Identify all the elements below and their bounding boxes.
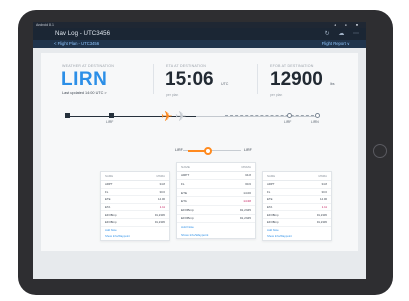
add-note-link[interactable]: Add Note (177, 223, 255, 231)
row-key: ETE (181, 190, 188, 195)
row-value: 91,2345 (154, 220, 165, 225)
eta-unit: UTC (221, 82, 229, 86)
row-key: ETA (267, 205, 273, 210)
row-value: 91,2345 (239, 216, 251, 221)
row-key: ARPT (181, 173, 190, 178)
waypoint-label: LIRN (311, 120, 319, 124)
weather-label: WEATHER AT DESTINATION (62, 64, 115, 68)
efob-value: 12900 (270, 69, 323, 90)
row-key: EFOBmp (267, 220, 279, 225)
row-value: 30.6 (159, 189, 165, 194)
row-value: 34.8 (321, 182, 327, 187)
row-value: 14.00 (320, 197, 327, 202)
waypoint-card-next[interactable]: NAME MNMA ARPT 34.8 FL 30.6 ETE 14.00 ETA 1.1… (262, 171, 332, 241)
row-value: 91,2345 (316, 212, 327, 217)
slider-left-label: LIRF (175, 148, 183, 152)
show-info-link[interactable]: Show Info/Waypoint (101, 233, 169, 240)
col-header: MNMA (156, 174, 165, 178)
row-value: 1.11 (321, 205, 327, 210)
waypoint-label: LIRF (106, 120, 114, 124)
last-updated-link[interactable]: Last updated 14:00 UTC > (62, 91, 107, 95)
destination-node[interactable] (315, 113, 320, 118)
row-key: EFOBmp (105, 212, 117, 217)
home-button[interactable] (373, 144, 387, 158)
row-value: 34.8 (159, 182, 165, 187)
row-key: EFOBmp (105, 220, 117, 225)
row-key: EFOBmp (181, 207, 194, 212)
add-note-link[interactable]: Add Note (101, 227, 169, 234)
waypoint-label: LIRF (284, 120, 292, 124)
refresh-icon[interactable]: ↻ (325, 31, 330, 37)
row-value: 34.8 (244, 173, 251, 178)
divider (257, 64, 258, 94)
row-value: 91,2345 (154, 212, 165, 217)
more-icon[interactable]: ⋯ (353, 31, 359, 37)
cloud-icon[interactable]: ☁ (338, 31, 344, 37)
plane-icon: ✈ (161, 108, 173, 124)
show-info-link[interactable]: Show Info/Waypoint (177, 231, 255, 239)
eta-sub: per plan (166, 93, 179, 97)
efob-sub: per plan (270, 93, 283, 97)
app-title: Nav Log - UTC3456 (55, 30, 111, 37)
waypoint-node[interactable] (109, 113, 114, 118)
waypoint-node[interactable] (287, 113, 292, 118)
eta-label: ETA AT DESTINATION (166, 64, 207, 68)
row-value: 14.00 (243, 190, 251, 195)
row-value: 91,2345 (316, 220, 327, 225)
leg-slider-handle[interactable] (204, 146, 212, 155)
row-value: 14.00 (158, 197, 165, 202)
row-value: 14:28 (243, 199, 251, 204)
row-value: 91,2345 (239, 207, 251, 212)
row-value: 30.6 (321, 189, 327, 194)
efob-unit: lbs (330, 82, 335, 86)
nav-bar: < Flight Plan - UTC3456 Flight Report ∨ (33, 40, 366, 48)
flight-report-dropdown[interactable]: Flight Report ∨ (322, 40, 350, 48)
row-key: EFOBmp (181, 216, 194, 221)
slider-right-label: LIRF (244, 148, 252, 152)
main-content: WEATHER AT DESTINATION LIRN Last updated… (41, 53, 358, 251)
row-key: ETA (105, 205, 111, 210)
row-key: ARPT (267, 182, 275, 187)
col-header: NAME (105, 174, 114, 178)
row-key: ETE (105, 197, 111, 202)
title-bar: Nav Log - UTC3456 ↻ ☁ ⋯ (33, 28, 366, 40)
col-header: MNMA (318, 174, 327, 178)
row-key: FL (181, 181, 185, 186)
plane-ghost-icon: ✈ (175, 108, 187, 124)
app-screen: Android 8.1 ◂ ● ■ Nav Log - UTC3456 ↻ ☁ … (33, 22, 366, 279)
divider (153, 64, 154, 94)
row-key: ETA (181, 199, 187, 204)
col-header: MNMA (241, 164, 251, 169)
row-key: ETE (267, 197, 273, 202)
row-value: 30.6 (244, 181, 251, 186)
waypoint-card-current[interactable]: NAME MNMA ARPT 34.8 FL 30.6 ETE 14.00 ETA 14:… (176, 162, 256, 240)
route-remaining (225, 115, 319, 116)
eta-time: 15:06 (165, 69, 214, 90)
back-link[interactable]: < Flight Plan - UTC3456 (54, 40, 99, 48)
add-note-link[interactable]: Add Note (263, 227, 331, 234)
route-start-node (65, 113, 70, 118)
row-key: ARPT (105, 182, 113, 187)
col-header: NAME (267, 174, 276, 178)
show-info-link[interactable]: Show Info/Waypoint (263, 233, 331, 240)
waypoint-card-prev[interactable]: NAME MNMA ARPT 34.8 FL 30.6 ETE 14.00 ETA 1.1… (100, 171, 170, 241)
col-header: NAME (181, 164, 190, 169)
destination-airport[interactable]: LIRN (61, 69, 107, 91)
row-key: FL (105, 189, 109, 194)
row-key: FL (267, 189, 271, 194)
row-value: 1.11 (159, 205, 165, 210)
efob-label: EFOB AT DESTINATION (270, 64, 314, 68)
row-key: EFOBmp (267, 212, 279, 217)
